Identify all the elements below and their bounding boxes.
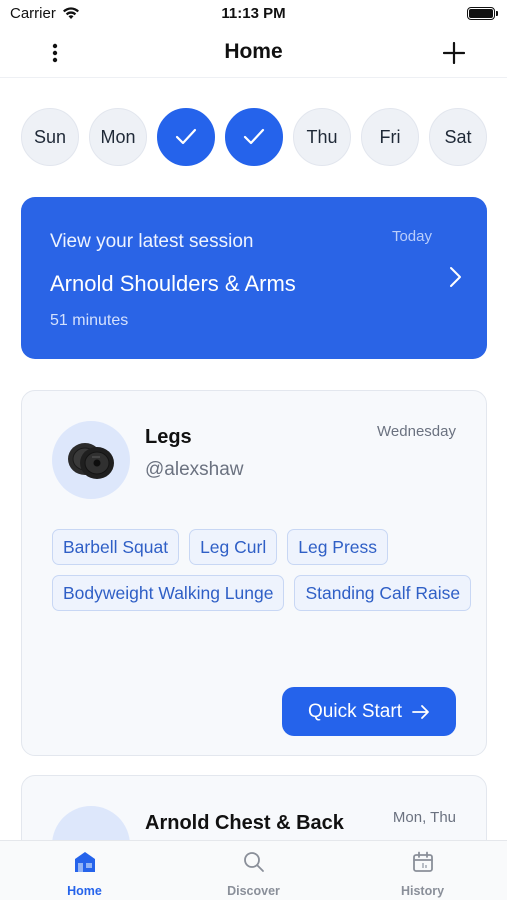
search-icon [243,851,265,878]
day-fri[interactable]: Fri [361,108,419,166]
exercise-tag[interactable]: Barbell Squat [52,529,180,565]
battery-icon [467,7,498,20]
routine-day: Wednesday [377,423,456,440]
quick-start-label: Quick Start [308,700,402,722]
arrow-right-icon [412,704,429,719]
status-time: 11:13 PM [221,5,286,22]
status-bar: Carrier 11:13 PM [0,0,507,30]
session-heading: View your latest session [50,231,254,252]
exercise-tags: Barbell Squat Leg Curl Leg Press Bodyweight… [52,529,472,611]
checkmark-icon [175,128,197,145]
day-label: Sat [444,126,472,147]
routine-card[interactable]: Legs @alexshaw Wednesday Barbell Squat Le… [21,390,487,756]
weight-plates-icon [68,443,114,479]
calendar-icon [412,851,434,878]
day-label: Thu [306,126,338,147]
routine-day: Mon, Thu [392,809,456,826]
tab-discover[interactable]: Discover [169,841,338,900]
day-label: Fri [379,126,401,147]
session-date: Today [391,228,432,245]
day-wed[interactable] [225,108,283,166]
tab-label: Discover [227,884,280,898]
day-tue[interactable] [157,108,215,166]
day-label: Sun [33,126,67,147]
exercise-tag[interactable]: Leg Curl [189,529,278,565]
day-thu[interactable]: Thu [293,108,351,166]
add-button[interactable] [439,38,469,68]
routine-name: Legs [145,426,192,448]
tab-label: History [400,884,445,898]
day-label: Mon [100,126,136,147]
week-day-selector: Sun Mon Thu Fri Sat [21,108,487,166]
home-icon [73,851,97,878]
routine-username: @alexshaw [145,459,244,480]
day-sun[interactable]: Sun [21,108,79,166]
session-duration: 51 minutes [50,312,129,329]
plus-icon [443,42,465,64]
day-sat[interactable]: Sat [429,108,487,166]
day-mon[interactable]: Mon [89,108,147,166]
routine-avatar [52,421,130,499]
exercise-tag[interactable]: Standing Calf Raise [294,575,472,611]
tab-history[interactable]: History [338,841,507,900]
chevron-right-icon [450,267,461,287]
tab-label: Home [67,884,102,898]
routine-name: Arnold Chest & Back [145,812,344,834]
tab-home[interactable]: Home [0,841,169,900]
session-name: Arnold Shoulders & Arms [50,271,296,296]
page-title: Home [224,40,283,63]
latest-session-card[interactable]: View your latest session Today Arnold Sh… [21,197,487,359]
checkmark-icon [243,128,265,145]
nav-bar: Home [0,30,507,78]
exercise-tag[interactable]: Bodyweight Walking Lunge [52,575,285,611]
tab-bar: Home Discover History [0,840,507,900]
quick-start-button[interactable]: Quick Start [282,687,456,736]
exercise-tag[interactable]: Leg Press [287,529,389,565]
